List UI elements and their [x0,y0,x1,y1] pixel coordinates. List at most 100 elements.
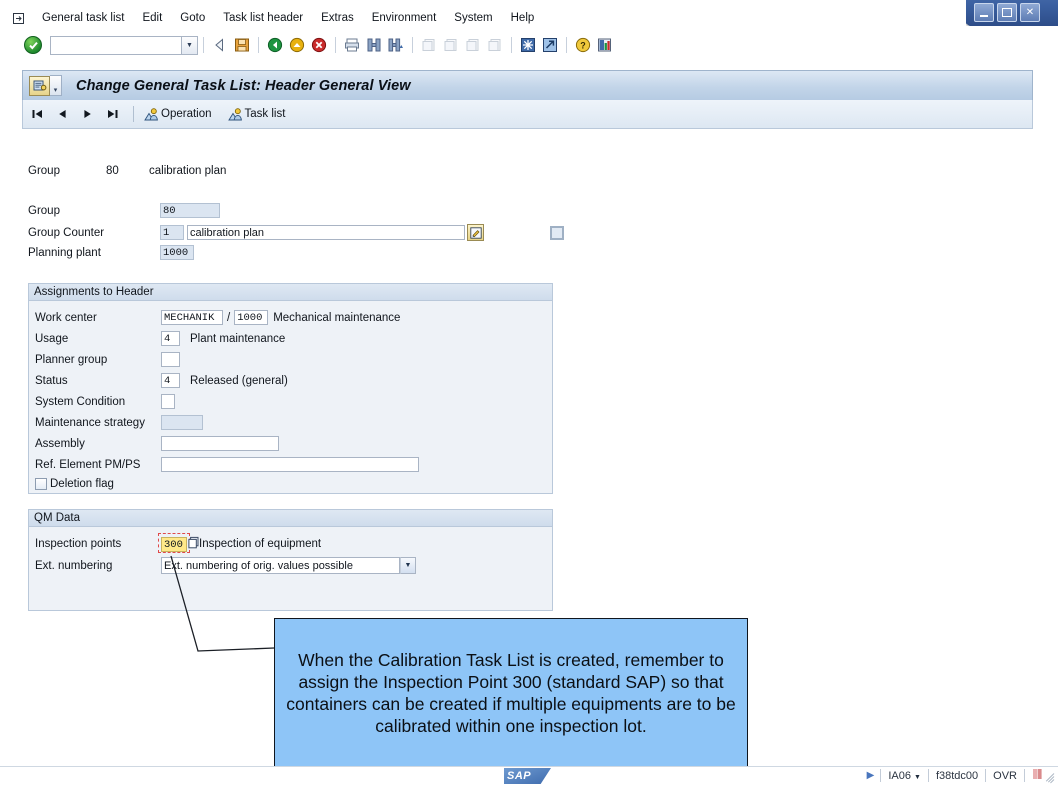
header-summary-label: Group [28,165,60,177]
usage-input[interactable]: 4 [161,331,180,346]
menu-system[interactable]: System [445,12,501,24]
header-summary: Group 80 calibration plan [28,165,226,177]
menu-task-list-header[interactable]: Task list header [214,12,312,24]
sap-session-icon[interactable] [12,12,25,25]
qm-data-groupbox-title: QM Data [29,510,552,527]
planning-plant-label: Planning plant [28,246,101,259]
last-record-button[interactable] [102,104,123,124]
group-counter-input[interactable]: 1 [160,225,184,240]
ext-numbering-select[interactable]: Ext. numbering of orig. values possible [161,557,400,574]
assignments-groupbox-title: Assignments to Header [29,284,552,301]
deletion-flag-row[interactable]: Deletion flag [35,478,114,490]
command-dropdown-icon[interactable]: ▼ [182,35,198,55]
menu-edit[interactable]: Edit [133,12,171,24]
task-list-header-icon [29,75,50,96]
deletion-flag-checkbox[interactable] [35,478,47,490]
cancel-red-x-icon[interactable] [309,35,329,55]
system-condition-row: System Condition [35,394,175,409]
next-record-button[interactable] [77,104,98,124]
title-dropdown-icon[interactable]: ▾ [50,75,62,96]
toolbar-separator [511,37,512,53]
group-counter-checkbox[interactable] [550,225,564,240]
usage-row: Usage 4 Plant maintenance [35,331,285,346]
value-help-icon[interactable] [188,536,201,552]
next-page-icon[interactable] [463,35,483,55]
group-counter-label: Group Counter [28,226,105,239]
menu-general-task-list[interactable]: General task list [33,12,133,24]
find-next-icon[interactable] [386,35,406,55]
person-overview-icon [144,107,159,122]
group-counter-description-input[interactable]: calibration plan [187,225,465,240]
menu-label: Help [510,12,535,24]
menu-label: Edit [142,12,163,24]
help-icon[interactable]: ? [573,35,593,55]
status-row: Status 4 Released (general) [35,373,288,388]
title-icon-group[interactable]: ▾ [29,75,62,96]
group-counter-row: Group Counter 1 calibration plan [28,224,564,241]
shortcut-icon[interactable] [540,35,560,55]
ref-element-label: Ref. Element PM/PS [35,458,141,471]
inspection-points-description: Inspection of equipment [199,538,322,550]
work-center-input[interactable]: MECHANIK [161,310,223,325]
status-description: Released (general) [190,374,288,387]
command-input[interactable] [50,35,182,55]
first-page-icon[interactable] [419,35,439,55]
assignments-to-header-groupbox: Assignments to Header Work center MECHAN… [28,283,553,494]
menu-goto[interactable]: Goto [171,12,214,24]
menu-environment[interactable]: Environment [363,12,446,24]
resize-grip[interactable] [1043,773,1055,785]
toolbar-separator [335,37,336,53]
back-green-arrow-icon[interactable] [265,35,285,55]
print-icon[interactable] [342,35,362,55]
inspection-points-label: Inspection points [35,538,122,550]
status-input[interactable]: 4 [161,373,180,388]
assembly-input[interactable] [161,436,279,451]
menu-label: Goto [180,12,206,24]
maintenance-strategy-input[interactable] [161,415,203,430]
exit-yellow-arrow-icon[interactable] [287,35,307,55]
toolbar-separator [203,37,204,53]
status-system: f38tdc00 [935,769,979,782]
menu-help[interactable]: Help [502,12,544,24]
last-page-icon[interactable] [485,35,505,55]
page-title: Change General Task List: Header General… [76,77,411,94]
enter-back-icon[interactable] [210,35,230,55]
layout-menu-icon[interactable] [595,35,615,55]
work-center-description: Mechanical maintenance [273,311,401,324]
long-text-edit-icon[interactable] [467,224,484,241]
status-transaction[interactable]: IA06 ▼ [881,770,928,782]
header-summary-text: calibration plan [149,165,227,177]
chevron-down-icon[interactable]: ▼ [914,774,921,781]
annotation-callout: When the Calibration Task List is create… [274,618,748,770]
planning-plant-input[interactable]: 1000 [160,245,194,260]
work-center-plant-input[interactable]: 1000 [234,310,269,325]
operation-button[interactable]: Operation [142,106,218,123]
ext-numbering-dropdown-icon[interactable]: ▼ [400,557,416,574]
menu-extras[interactable]: Extras [312,12,363,24]
operation-button-label: Operation [161,108,212,120]
ref-element-input[interactable] [161,457,419,472]
work-center-label: Work center [35,311,97,324]
standard-toolbar: ▼ ? [0,32,1058,58]
system-condition-input[interactable] [161,394,175,409]
annotation-callout-text: When the Calibration Task List is create… [286,650,736,736]
qm-data-groupbox: QM Data Inspection points 300 Inspection… [28,509,553,611]
create-session-icon[interactable] [518,35,538,55]
green-check-icon[interactable] [24,36,42,54]
first-record-button[interactable] [27,104,48,124]
svg-text:?: ? [580,41,586,51]
work-center-separator: / [227,311,231,324]
status-insert-mode[interactable]: OVR [986,770,1024,782]
previous-page-icon[interactable] [441,35,461,55]
system-condition-label: System Condition [35,395,126,408]
planner-group-input[interactable] [161,352,180,367]
status-expand-icon[interactable]: ▶ [861,770,881,781]
task-list-button[interactable]: Task list [226,106,292,123]
group-input[interactable]: 80 [160,203,220,218]
save-icon[interactable] [232,35,252,55]
inspection-points-input[interactable]: 300 [161,536,187,552]
menu-bar: General task list Edit Goto Task list he… [0,8,1058,28]
previous-record-button[interactable] [52,104,73,124]
find-icon[interactable] [364,35,384,55]
toolbar-separator [258,37,259,53]
